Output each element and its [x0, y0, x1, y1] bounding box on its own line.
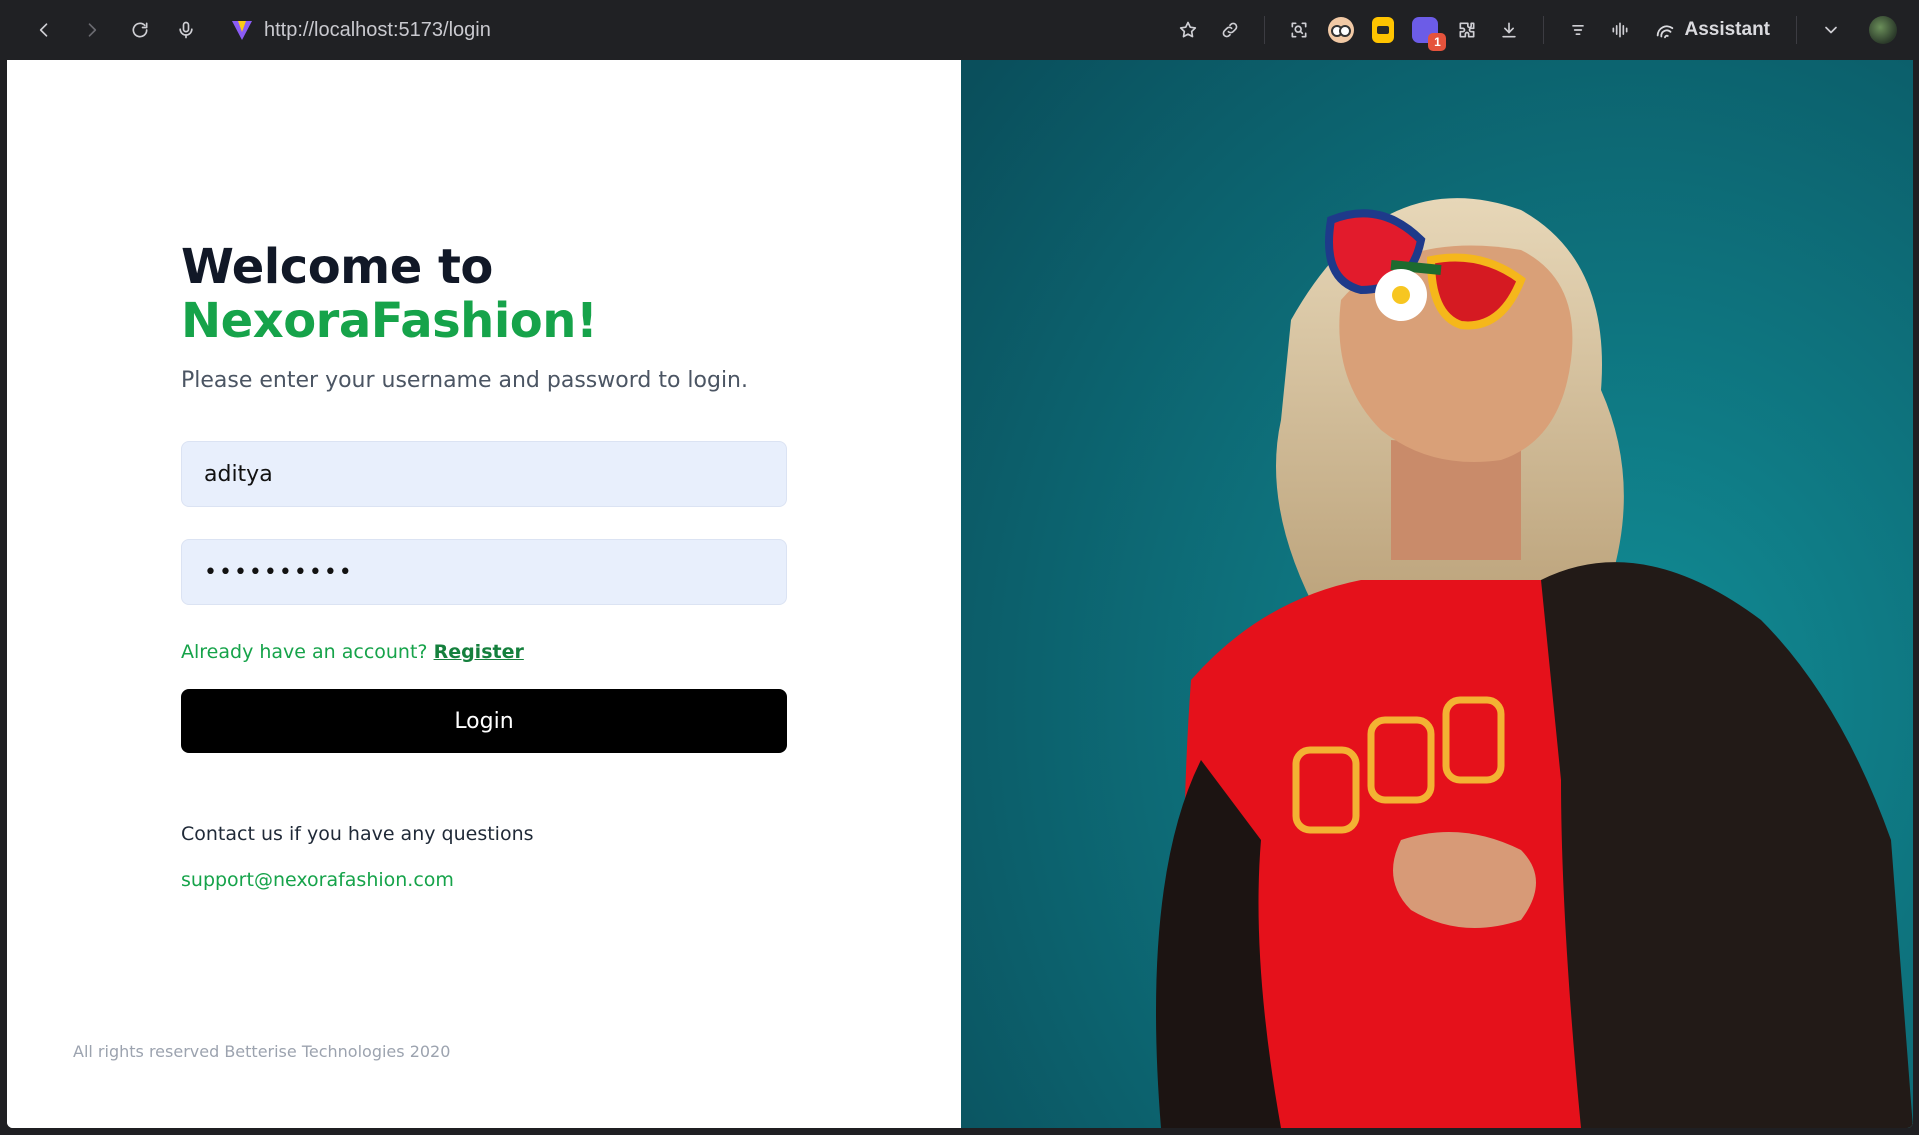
- download-icon[interactable]: [1493, 14, 1525, 46]
- link-icon[interactable]: [1214, 14, 1246, 46]
- assistant-icon: [1657, 25, 1674, 39]
- username-input[interactable]: aditya: [181, 441, 787, 507]
- profile-avatar[interactable]: [1867, 14, 1899, 46]
- extension-badge: 1: [1428, 33, 1447, 51]
- toolbar-divider: [1264, 16, 1266, 44]
- support-email-link[interactable]: support@nexorafashion.com: [181, 869, 787, 891]
- hero-image: [961, 60, 1913, 1128]
- login-button[interactable]: Login: [181, 689, 787, 753]
- contact-text: Contact us if you have any questions: [181, 823, 534, 845]
- url-text: http://localhost:5173/login: [264, 18, 491, 41]
- reload-icon[interactable]: [124, 14, 156, 46]
- login-panel: Welcome to NexoraFashion! Please enter y…: [7, 60, 961, 1128]
- footer-copyright: All rights reserved Betterise Technologi…: [73, 1042, 451, 1061]
- back-icon[interactable]: [28, 14, 60, 46]
- bookmark-star-icon[interactable]: [1172, 14, 1204, 46]
- daisy-flower: [1375, 269, 1427, 321]
- register-link[interactable]: Register: [434, 641, 524, 663]
- title-brand: NexoraFashion!: [181, 293, 598, 349]
- reader-list-icon[interactable]: [1562, 14, 1594, 46]
- browser-toolbar: http://localhost:5173/login 1 Assistant: [0, 0, 1919, 60]
- vite-site-icon: [232, 21, 252, 40]
- chevron-down-icon[interactable]: [1815, 14, 1847, 46]
- title-welcome: Welcome to: [181, 239, 493, 295]
- page-viewport: Welcome to NexoraFashion! Please enter y…: [7, 60, 1913, 1128]
- extensions-puzzle-icon[interactable]: [1451, 14, 1483, 46]
- register-prompt-line: Already have an account? Register: [181, 641, 787, 663]
- password-input[interactable]: ••••••••••: [181, 539, 787, 605]
- purple-extension-icon[interactable]: 1: [1409, 14, 1447, 51]
- login-subtitle: Please enter your username and password …: [181, 368, 748, 393]
- yellow-extension-icon[interactable]: [1367, 14, 1399, 46]
- forward-icon[interactable]: [76, 14, 108, 46]
- assistant-label: Assistant: [1684, 19, 1770, 40]
- password-value: ••••••••••: [204, 559, 354, 585]
- microphone-icon[interactable]: [170, 14, 202, 46]
- username-value: aditya: [204, 461, 273, 487]
- address-bar[interactable]: http://localhost:5173/login: [230, 18, 1110, 42]
- audio-waveform-icon[interactable]: [1604, 14, 1636, 46]
- register-prompt: Already have an account?: [181, 641, 428, 663]
- fashion-model-illustration: [961, 60, 1913, 1128]
- toolbar-divider: [1543, 16, 1545, 44]
- login-form: Welcome to NexoraFashion! Please enter y…: [181, 240, 787, 891]
- toolbar-divider: [1796, 16, 1797, 44]
- screen-search-icon[interactable]: [1283, 14, 1315, 46]
- assistant-button[interactable]: Assistant: [1646, 19, 1778, 41]
- page-title: Welcome to NexoraFashion!: [181, 240, 787, 348]
- emoji-extension-icon[interactable]: [1325, 14, 1357, 46]
